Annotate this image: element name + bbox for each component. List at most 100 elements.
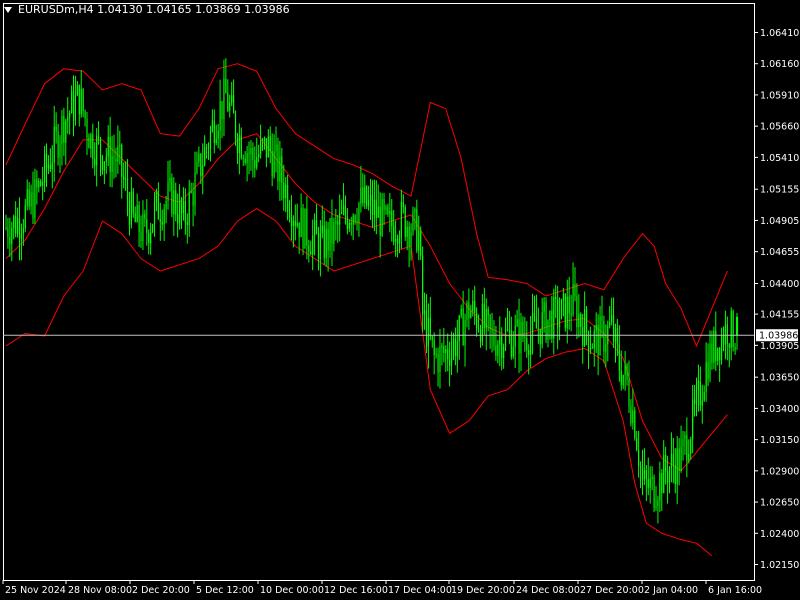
candle[interactable] <box>267 129 269 158</box>
candle[interactable] <box>65 118 67 165</box>
candle[interactable] <box>551 295 553 344</box>
candle[interactable] <box>485 298 487 351</box>
candle[interactable] <box>269 126 271 164</box>
candle[interactable] <box>418 215 420 261</box>
candle[interactable] <box>285 177 287 213</box>
candle[interactable] <box>628 360 630 414</box>
candle[interactable] <box>584 291 586 347</box>
candle[interactable] <box>178 184 181 230</box>
candle[interactable] <box>481 294 483 346</box>
candle[interactable] <box>80 70 82 118</box>
candle[interactable] <box>470 304 472 319</box>
candle[interactable] <box>643 448 646 486</box>
candle[interactable] <box>578 294 580 338</box>
candle[interactable] <box>665 446 667 485</box>
candle[interactable] <box>9 217 11 257</box>
candle[interactable] <box>94 142 96 176</box>
candle[interactable] <box>688 439 690 464</box>
candle[interactable] <box>530 316 532 368</box>
candle[interactable] <box>668 466 671 494</box>
candle[interactable] <box>572 262 574 317</box>
candle[interactable] <box>587 330 590 370</box>
candle[interactable] <box>678 438 680 486</box>
candle[interactable] <box>682 430 684 461</box>
candle[interactable] <box>601 295 603 339</box>
candle[interactable] <box>479 324 482 348</box>
candle[interactable] <box>582 313 584 364</box>
candle[interactable] <box>302 203 304 255</box>
candle[interactable] <box>541 298 543 349</box>
candle[interactable] <box>655 486 657 512</box>
candle[interactable] <box>209 125 212 162</box>
candle[interactable] <box>636 430 638 452</box>
candle[interactable] <box>468 288 470 330</box>
time-axis[interactable]: 25 Nov 2024 28 Nov 08:00 2 Dec 20:00 5 Dec … <box>2 580 762 596</box>
candle[interactable] <box>161 209 163 231</box>
candle[interactable] <box>346 208 348 235</box>
candle[interactable] <box>242 154 244 166</box>
candle[interactable] <box>254 146 256 178</box>
candle[interactable] <box>383 192 385 226</box>
candle[interactable] <box>86 111 88 155</box>
candle[interactable] <box>63 107 65 156</box>
candle[interactable] <box>734 342 736 355</box>
candle[interactable] <box>477 314 480 333</box>
candle[interactable] <box>188 179 190 237</box>
candle[interactable] <box>252 142 254 178</box>
candle[interactable] <box>173 177 175 236</box>
candle[interactable] <box>360 166 362 213</box>
candle[interactable] <box>151 223 154 234</box>
candle[interactable] <box>589 326 592 355</box>
candle[interactable] <box>55 112 57 144</box>
candle[interactable] <box>18 197 21 261</box>
candle[interactable] <box>375 180 377 235</box>
candle[interactable] <box>167 160 169 210</box>
candle[interactable] <box>82 87 84 118</box>
candle[interactable] <box>661 469 663 511</box>
candle[interactable] <box>371 180 374 228</box>
candle[interactable] <box>319 220 321 277</box>
candle[interactable] <box>535 294 538 329</box>
candle[interactable] <box>462 290 464 346</box>
candle[interactable] <box>703 385 705 402</box>
candle[interactable] <box>711 330 713 370</box>
candle[interactable] <box>460 304 462 319</box>
candle[interactable] <box>190 182 192 194</box>
candle[interactable] <box>454 327 456 366</box>
candle[interactable] <box>516 309 518 328</box>
candle[interactable] <box>231 81 233 107</box>
candle[interactable] <box>223 59 225 136</box>
candle[interactable] <box>504 317 507 352</box>
candle[interactable] <box>111 135 113 188</box>
candle[interactable] <box>240 127 242 160</box>
candle[interactable] <box>528 344 530 375</box>
candle[interactable] <box>503 343 505 369</box>
candle[interactable] <box>352 213 354 241</box>
candle[interactable] <box>192 182 194 227</box>
candle[interactable] <box>236 132 239 165</box>
candle[interactable] <box>182 187 185 221</box>
candle[interactable] <box>90 132 92 158</box>
candle[interactable] <box>101 154 104 175</box>
candle[interactable] <box>59 135 61 173</box>
candle[interactable] <box>128 191 131 236</box>
candle[interactable] <box>612 297 615 348</box>
candle[interactable] <box>732 309 734 352</box>
candle[interactable] <box>435 347 437 359</box>
candle[interactable] <box>261 137 264 152</box>
candle[interactable] <box>638 430 640 478</box>
candle[interactable] <box>406 220 408 251</box>
candle[interactable] <box>312 219 314 271</box>
candle[interactable] <box>331 199 333 266</box>
candle[interactable] <box>51 145 53 189</box>
candle[interactable] <box>449 341 451 387</box>
candle[interactable] <box>543 296 545 333</box>
candle[interactable] <box>537 307 539 344</box>
candle[interactable] <box>194 151 196 216</box>
candle[interactable] <box>368 185 370 211</box>
candle[interactable] <box>298 222 300 254</box>
candle[interactable] <box>576 283 578 340</box>
candle[interactable] <box>339 194 341 242</box>
candle[interactable] <box>443 327 445 363</box>
candle[interactable] <box>186 213 188 244</box>
